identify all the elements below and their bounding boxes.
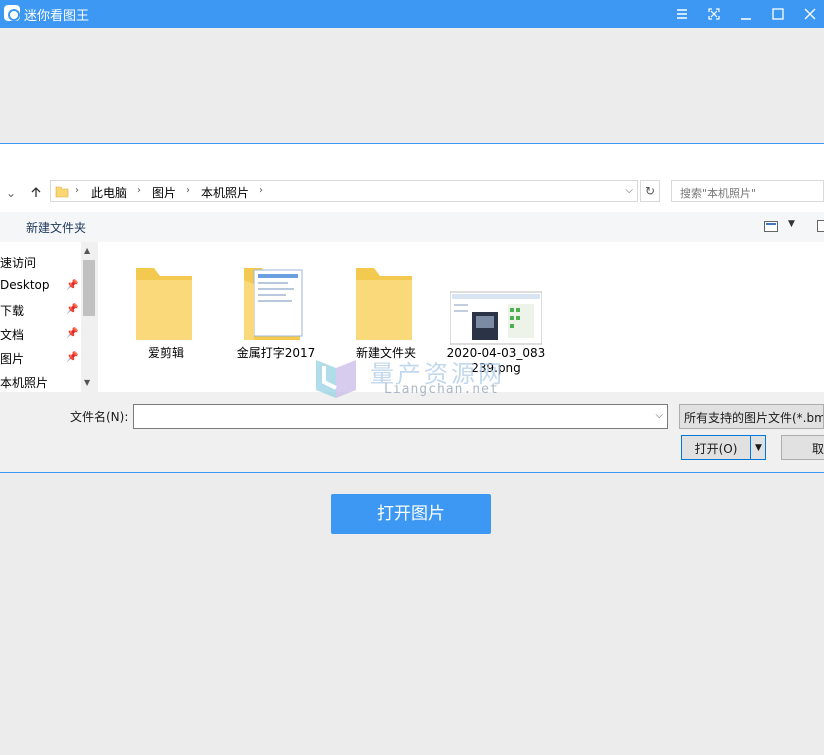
nav-item-documents[interactable]: 文档 📌 — [0, 326, 80, 346]
breadcrumb-local-photos[interactable]: 本机照片 — [201, 184, 249, 201]
view-mode-icon[interactable] — [764, 221, 778, 232]
file-item-image[interactable]: 2020-04-03_083 239.png — [447, 260, 545, 375]
dialog-toolbar: 新建文件夹 ▼ — [0, 212, 824, 242]
nav-item-pictures[interactable]: 图片 📌 — [0, 350, 80, 370]
search-placeholder: 搜索"本机照片" — [680, 187, 757, 200]
open-button[interactable]: 打开(O) ▼ — [681, 435, 766, 460]
watermark: 量产资源网 Liangchan.net — [312, 352, 532, 404]
breadcrumb-pictures[interactable]: 图片 — [152, 184, 176, 201]
address-dropdown-icon[interactable]: ⌵ — [625, 185, 633, 196]
pin-icon: 📌 — [66, 304, 79, 315]
minimize-icon[interactable] — [734, 3, 758, 25]
close-icon[interactable] — [798, 3, 822, 25]
open-dropdown-icon[interactable]: ▼ — [750, 436, 766, 459]
nav-item-quick-access[interactable]: 速访问 — [0, 254, 80, 274]
pin-icon: 📌 — [66, 328, 79, 339]
open-button-label: 打开(O) — [694, 442, 738, 456]
filename-dropdown-icon[interactable]: ⌵ — [655, 410, 663, 421]
navigation-pane: 速访问 Desktop 📌 下载 📌 文档 📌 图片 📌 本机照片 ▲ ▼ — [0, 242, 97, 392]
watermark-text-en: Liangchan.net — [384, 382, 499, 397]
view-dropdown-icon[interactable]: ▼ — [788, 219, 795, 229]
folder-icon — [55, 186, 69, 198]
search-input[interactable]: 搜索"本机照片" — [671, 180, 824, 202]
nav-item-label: 文档 — [0, 328, 25, 342]
app-title: 迷你看图王 — [24, 9, 90, 24]
nav-item-downloads[interactable]: 下载 📌 — [0, 302, 80, 322]
folder-with-documents-icon — [244, 268, 303, 340]
nav-item-label: 图片 — [0, 352, 25, 366]
address-bar[interactable]: › 此电脑 › 图片 › 本机照片 › ⌵ — [50, 180, 638, 202]
new-folder-button[interactable]: 新建文件夹 — [26, 219, 86, 236]
pin-icon: 📌 — [66, 352, 79, 363]
cancel-button[interactable]: 取 — [781, 435, 824, 460]
file-item-label: 爱剪辑 — [147, 346, 184, 360]
file-item-folder[interactable]: 金属打字2017 — [230, 260, 322, 360]
breadcrumb-separator-icon: › — [259, 185, 263, 196]
nav-scrollbar[interactable]: ▲ ▼ — [81, 242, 97, 392]
breadcrumb-separator-icon: › — [186, 185, 190, 196]
folder-icon — [136, 268, 192, 340]
title-bar: 迷你看图王 — [0, 0, 824, 28]
nav-item-label: 本机照片 — [0, 376, 49, 390]
nav-item-label: 下载 — [0, 304, 25, 318]
file-item-folder[interactable]: 爱剪辑 — [120, 260, 212, 360]
preview-pane-icon[interactable] — [817, 220, 824, 232]
dialog-header-area — [0, 144, 824, 178]
maximize-icon[interactable] — [766, 3, 790, 25]
address-bar-row: ⌄ › 此电脑 › 图片 › 本机照片 › ⌵ ↻ 搜索"本机照片" — [0, 178, 824, 212]
scroll-thumb[interactable] — [83, 260, 95, 316]
file-type-filter-select[interactable]: 所有支持的图片文件(*.bmp — [679, 404, 824, 429]
menu-icon[interactable] — [670, 3, 694, 25]
nav-item-local-photos[interactable]: 本机照片 — [0, 374, 80, 394]
file-item-folder[interactable]: 新建文件夹 — [340, 260, 432, 360]
open-image-button[interactable]: 打开图片 — [331, 494, 491, 534]
scroll-up-icon[interactable]: ▲ — [84, 246, 90, 255]
filename-input[interactable]: ⌵ — [133, 404, 668, 429]
up-arrow-icon[interactable] — [26, 182, 46, 202]
back-chevron-icon[interactable]: ⌄ — [6, 186, 16, 200]
app-logo-icon — [4, 5, 20, 21]
filename-label: 文件名(N): — [70, 410, 129, 424]
watermark-logo-icon — [316, 360, 356, 398]
breadcrumb-separator-icon: › — [75, 185, 79, 196]
scroll-down-icon[interactable]: ▼ — [84, 378, 90, 387]
nav-item-desktop[interactable]: Desktop 📌 — [0, 278, 80, 298]
breadcrumb-separator-icon: › — [137, 185, 141, 196]
folder-icon — [356, 268, 412, 340]
nav-item-label: Desktop — [0, 278, 50, 292]
breadcrumb-this-pc[interactable]: 此电脑 — [91, 184, 127, 201]
fullscreen-icon[interactable] — [702, 3, 726, 25]
open-file-dialog: ⌄ › 此电脑 › 图片 › 本机照片 › ⌵ ↻ 搜索"本机照片" 新建文件夹… — [0, 143, 824, 473]
nav-item-label: 速访问 — [0, 256, 37, 270]
pin-icon: 📌 — [66, 280, 79, 291]
image-thumbnail-icon — [449, 291, 543, 345]
refresh-icon[interactable]: ↻ — [640, 180, 660, 202]
